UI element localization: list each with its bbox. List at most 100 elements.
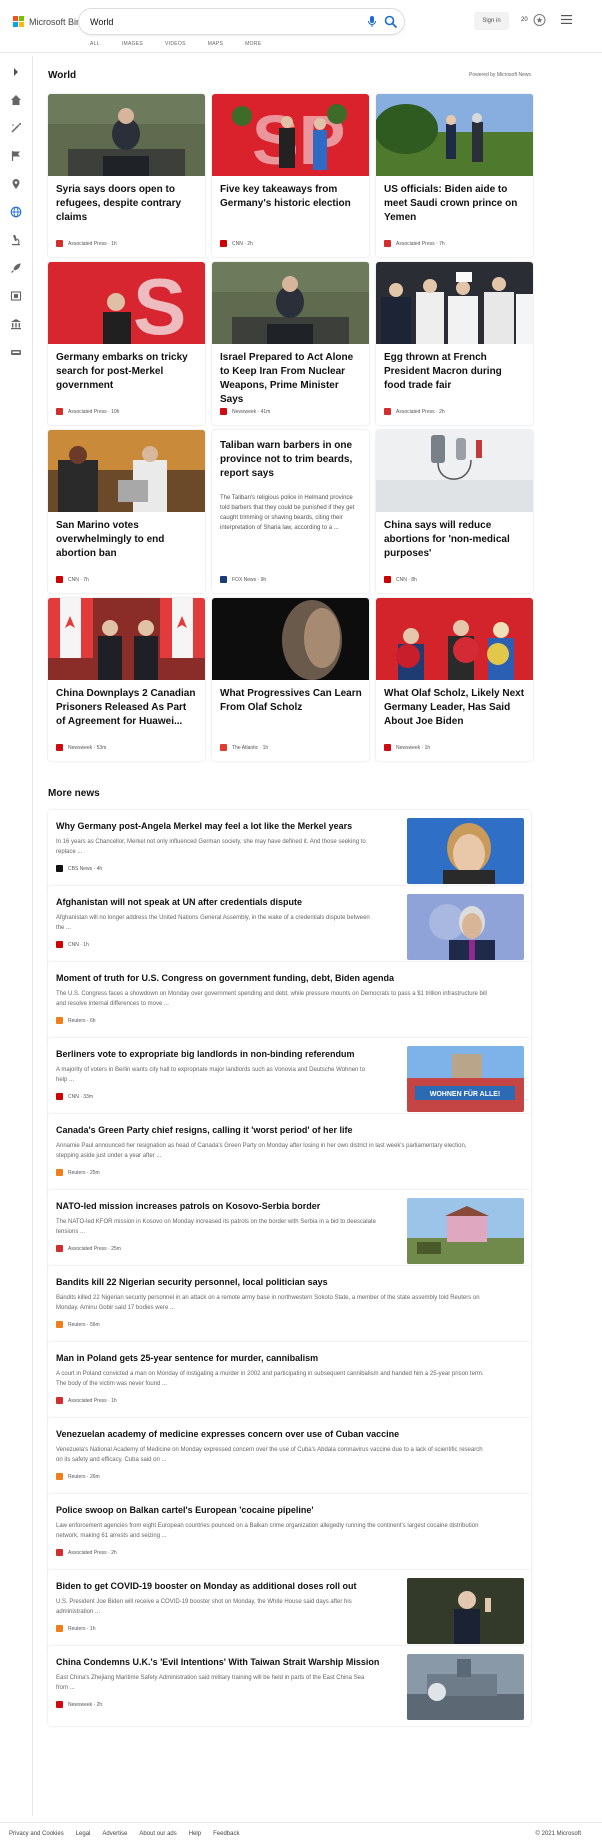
card-title[interactable]: Germany embarks on tricky search for pos… bbox=[56, 351, 198, 393]
news-thumbnail[interactable] bbox=[407, 1578, 524, 1644]
news-title[interactable]: Why Germany post-Angela Merkel may feel … bbox=[56, 820, 396, 832]
news-list-item[interactable]: China Condemns U.K.'s 'Evil Intentions' … bbox=[48, 1646, 531, 1726]
expand-icon[interactable] bbox=[10, 66, 22, 78]
news-title[interactable]: Afghanistan will not speak at UN after c… bbox=[56, 896, 396, 908]
scope-more[interactable]: MORE bbox=[245, 41, 261, 47]
news-list-item[interactable]: Why Germany post-Angela Merkel may feel … bbox=[48, 810, 531, 890]
news-title[interactable]: Police swoop on Balkan cartel's European… bbox=[56, 1504, 522, 1516]
card-title[interactable]: San Marino votes overwhelmingly to end a… bbox=[56, 519, 198, 561]
location-pin-icon[interactable] bbox=[10, 178, 22, 190]
news-card[interactable]: SP Five key takeaways from Germany's hist… bbox=[212, 94, 369, 257]
scope-videos[interactable]: VIDEOS bbox=[165, 41, 186, 47]
news-title[interactable]: China Condemns U.K.'s 'Evil Intentions' … bbox=[56, 1656, 396, 1668]
microscope-icon[interactable] bbox=[10, 234, 22, 246]
news-card[interactable]: US officials: Biden aide to meet Saudi c… bbox=[376, 94, 533, 257]
news-list-item[interactable]: Biden to get COVID-19 booster on Monday … bbox=[48, 1570, 531, 1650]
news-title[interactable]: Berliners vote to expropriate big landlo… bbox=[56, 1048, 396, 1060]
news-card[interactable]: Israel Prepared to Act Alone to Keep Ira… bbox=[212, 262, 369, 425]
card-image[interactable] bbox=[376, 262, 533, 344]
scope-maps[interactable]: MAPS bbox=[208, 41, 223, 47]
card-title[interactable]: Syria says doors open to refugees, despi… bbox=[56, 183, 198, 225]
card-image[interactable] bbox=[48, 598, 205, 680]
news-card[interactable]: Syria says doors open to refugees, despi… bbox=[48, 94, 205, 257]
card-title[interactable]: China says will reduce abortions for 'no… bbox=[384, 519, 526, 561]
scope-all[interactable]: ALL bbox=[90, 41, 100, 47]
scope-images[interactable]: IMAGES bbox=[122, 41, 143, 47]
news-card[interactable]: San Marino votes overwhelmingly to end a… bbox=[48, 430, 205, 593]
card-image[interactable]: S bbox=[48, 262, 205, 344]
footer-link-legal[interactable]: Legal bbox=[76, 1831, 91, 1837]
news-title[interactable]: Moment of truth for U.S. Congress on gov… bbox=[56, 972, 522, 984]
news-thumbnail[interactable] bbox=[407, 1198, 524, 1264]
car-icon[interactable] bbox=[10, 346, 22, 358]
card-title[interactable]: China Downplays 2 Canadian Prisoners Rel… bbox=[56, 687, 198, 729]
news-list-item[interactable]: Man in Poland gets 25-year sentence for … bbox=[48, 1342, 531, 1422]
card-image[interactable] bbox=[48, 94, 205, 176]
footer-link-about-ads[interactable]: About our ads bbox=[139, 1831, 176, 1837]
card-title[interactable]: Five key takeaways from Germany's histor… bbox=[220, 183, 362, 211]
news-list-item[interactable]: Bandits kill 22 Nigerian security person… bbox=[48, 1266, 531, 1346]
card-image[interactable]: SP bbox=[212, 94, 369, 176]
card-image[interactable] bbox=[212, 598, 369, 680]
news-thumbnail[interactable] bbox=[407, 1654, 524, 1720]
card-title[interactable]: What Progressives Can Learn From Olaf Sc… bbox=[220, 687, 362, 715]
news-list-item[interactable]: Venezuelan academy of medicine expresses… bbox=[48, 1418, 531, 1498]
card-title[interactable]: US officials: Biden aide to meet Saudi c… bbox=[384, 183, 526, 225]
news-thumbnail[interactable] bbox=[407, 894, 524, 960]
card-title[interactable]: Israel Prepared to Act Alone to Keep Ira… bbox=[220, 351, 362, 407]
sign-in-button[interactable]: Sign in bbox=[474, 12, 509, 30]
news-title[interactable]: Biden to get COVID-19 booster on Monday … bbox=[56, 1580, 396, 1592]
film-icon[interactable] bbox=[10, 290, 22, 302]
news-card[interactable]: What Olaf Scholz, Likely Next Germany Le… bbox=[376, 598, 533, 761]
card-image[interactable] bbox=[376, 94, 533, 176]
news-title[interactable]: Man in Poland gets 25-year sentence for … bbox=[56, 1352, 522, 1364]
bing-logo[interactable]: Microsoft Bing bbox=[13, 16, 86, 27]
news-card[interactable]: S Germany embarks on tricky search for po… bbox=[48, 262, 205, 425]
source-label: Associated Press · 25m bbox=[68, 1245, 121, 1252]
news-card[interactable]: Egg thrown at French President Macron du… bbox=[376, 262, 533, 425]
card-image[interactable] bbox=[212, 262, 369, 344]
news-snippet-line-1: Annamie Paul announced her resignation a… bbox=[56, 1143, 467, 1149]
globe-icon[interactable] bbox=[10, 206, 22, 218]
news-list-item[interactable]: NATO-led mission increases patrols on Ko… bbox=[48, 1190, 531, 1270]
news-list-item[interactable]: Moment of truth for U.S. Congress on gov… bbox=[48, 962, 531, 1042]
microphone-icon[interactable] bbox=[366, 15, 378, 28]
rocket-icon[interactable] bbox=[10, 262, 22, 274]
news-title[interactable]: Bandits kill 22 Nigerian security person… bbox=[56, 1276, 522, 1288]
news-title[interactable]: Venezuelan academy of medicine expresses… bbox=[56, 1428, 522, 1440]
news-thumbnail[interactable]: WOHNEN FÜR ALLE! bbox=[407, 1046, 524, 1112]
rewards-medal-icon[interactable] bbox=[533, 13, 546, 27]
bank-icon[interactable] bbox=[10, 318, 22, 330]
news-list-item[interactable]: Canada's Green Party chief resigns, call… bbox=[48, 1114, 531, 1194]
rewards-count[interactable]: 20 bbox=[521, 17, 528, 23]
microsoft-logo-icon bbox=[13, 16, 24, 27]
news-title[interactable]: NATO-led mission increases patrols on Ko… bbox=[56, 1200, 396, 1212]
hamburger-menu-icon[interactable] bbox=[561, 15, 572, 24]
magic-icon[interactable] bbox=[10, 122, 22, 134]
flag-icon[interactable] bbox=[10, 150, 22, 162]
card-title[interactable]: Egg thrown at French President Macron du… bbox=[384, 351, 526, 393]
news-title[interactable]: Canada's Green Party chief resigns, call… bbox=[56, 1124, 522, 1136]
card-title[interactable]: Taliban warn barbers in one province not… bbox=[220, 439, 362, 481]
news-thumbnail[interactable] bbox=[407, 818, 524, 884]
home-icon[interactable] bbox=[10, 94, 22, 106]
card-title[interactable]: What Olaf Scholz, Likely Next Germany Le… bbox=[384, 687, 526, 729]
news-list-item[interactable]: Afghanistan will not speak at UN after c… bbox=[48, 886, 531, 966]
news-list-item[interactable]: Police swoop on Balkan cartel's European… bbox=[48, 1494, 531, 1574]
card-source: CNN · 7h bbox=[56, 576, 89, 583]
news-list-item[interactable]: Berliners vote to expropriate big landlo… bbox=[48, 1038, 531, 1118]
news-card[interactable]: Taliban warn barbers in one province not… bbox=[212, 430, 369, 593]
footer-link-feedback[interactable]: Feedback bbox=[213, 1831, 239, 1837]
card-image[interactable] bbox=[376, 430, 533, 512]
card-image[interactable] bbox=[376, 598, 533, 680]
news-card[interactable]: China Downplays 2 Canadian Prisoners Rel… bbox=[48, 598, 205, 761]
footer-link-help[interactable]: Help bbox=[189, 1831, 201, 1837]
footer-link-privacy[interactable]: Privacy and Cookies bbox=[9, 1831, 64, 1837]
footer-link-advertise[interactable]: Advertise bbox=[102, 1831, 127, 1837]
news-card[interactable]: What Progressives Can Learn From Olaf Sc… bbox=[212, 598, 369, 761]
news-card[interactable]: China says will reduce abortions for 'no… bbox=[376, 430, 533, 593]
search-icon[interactable] bbox=[381, 12, 401, 32]
news-snippet-line-1: East China's Zhejiang Maritime Safety Ad… bbox=[56, 1675, 365, 1681]
card-image[interactable] bbox=[48, 430, 205, 512]
search-input[interactable] bbox=[90, 13, 340, 30]
